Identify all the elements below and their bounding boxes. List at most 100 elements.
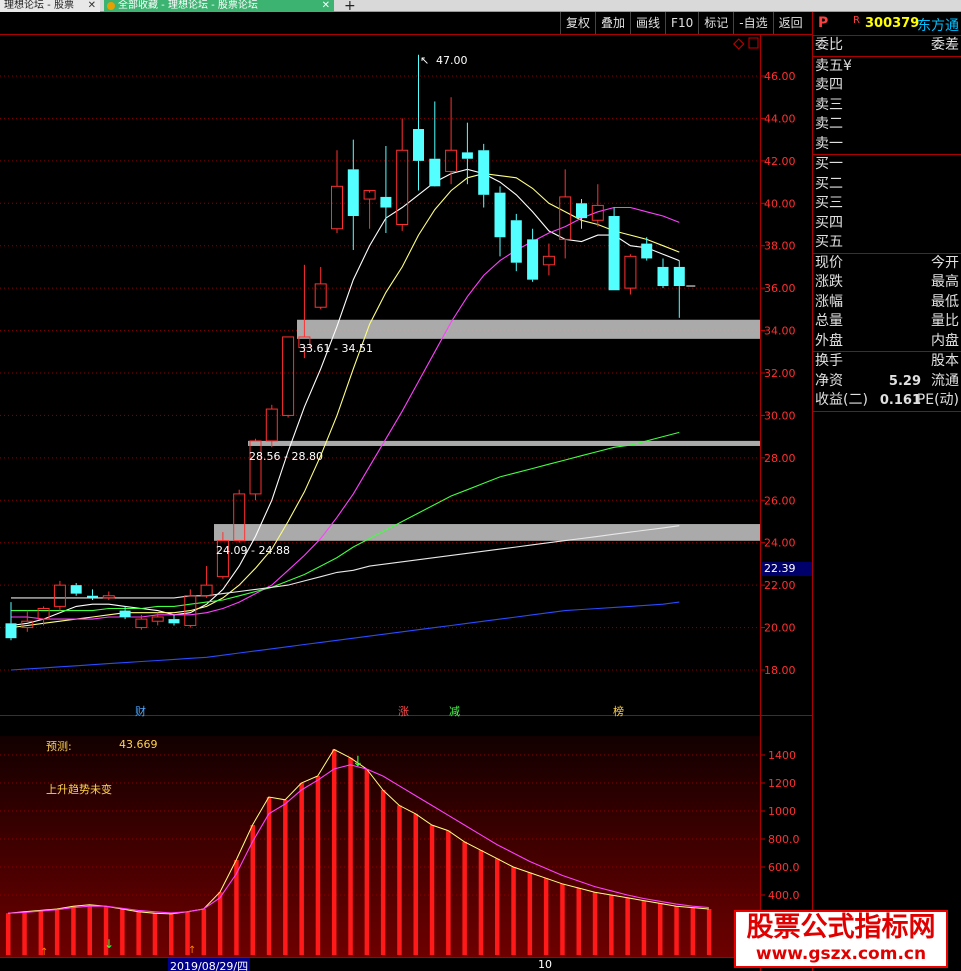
sell-level-row[interactable]: 卖五¥ bbox=[813, 57, 961, 77]
candle[interactable] bbox=[527, 228, 539, 282]
f10-button[interactable]: F10 bbox=[665, 12, 699, 34]
currency-icon: ¥ bbox=[843, 57, 852, 74]
close-icon[interactable]: ✕ bbox=[88, 0, 96, 11]
sell-level-row[interactable]: 卖二 bbox=[813, 115, 961, 135]
month-marker: 10 bbox=[538, 958, 552, 971]
candle[interactable] bbox=[413, 54, 424, 191]
back-button[interactable]: 返回 bbox=[772, 12, 808, 34]
indicator-bar bbox=[690, 907, 696, 955]
candle[interactable] bbox=[576, 199, 587, 229]
indicator-bar bbox=[495, 858, 500, 955]
quote-row: 涨跌 最高 bbox=[815, 274, 959, 290]
indicator-axis-tick: 1000 bbox=[768, 805, 796, 818]
support-zone bbox=[214, 524, 761, 541]
candle[interactable] bbox=[363, 190, 376, 229]
indicator-bar bbox=[527, 872, 533, 955]
candle[interactable] bbox=[608, 207, 620, 291]
window-icon[interactable] bbox=[748, 37, 759, 49]
diamond-icon[interactable] bbox=[733, 38, 745, 50]
candle[interactable] bbox=[282, 336, 295, 418]
candle[interactable] bbox=[5, 602, 17, 641]
candle[interactable] bbox=[542, 243, 555, 276]
indicator-bar bbox=[22, 911, 27, 955]
restore-rights-button[interactable]: 复权 bbox=[560, 12, 596, 34]
indicator-bar bbox=[71, 906, 76, 955]
candle[interactable] bbox=[673, 260, 685, 318]
indicator-bar bbox=[576, 888, 581, 955]
draw-line-button[interactable]: 画线 bbox=[630, 12, 666, 34]
price-axis-tick: 18.00 bbox=[764, 664, 796, 677]
forecast-label: 预测: bbox=[46, 740, 72, 753]
sell-level-row[interactable]: 卖四 bbox=[813, 76, 961, 96]
indicator-bar bbox=[315, 776, 321, 955]
finance-row: 净资 5.29 流通 bbox=[815, 372, 959, 389]
candle[interactable] bbox=[380, 146, 392, 233]
watermark-url: www.gszx.com.cn bbox=[755, 944, 927, 964]
price-axis-tick: 24.00 bbox=[764, 537, 796, 550]
candle[interactable] bbox=[657, 258, 669, 289]
indicator-chart[interactable]: 1400 1200 1000 800.0 600.0 400.0 ↓ ↓ ↑ ↑ bbox=[0, 716, 812, 971]
candle[interactable] bbox=[331, 150, 343, 233]
price-axis-tick: 28.00 bbox=[764, 452, 796, 465]
candle[interactable] bbox=[591, 184, 604, 227]
zone-label: 33.61 - 34.51 bbox=[299, 342, 373, 355]
indicator-bar bbox=[674, 906, 679, 955]
stock-name[interactable]: 东方通 bbox=[917, 15, 959, 35]
quote-row: 外盘 内盘 bbox=[815, 332, 959, 349]
sell-level-row[interactable]: 卖一 bbox=[813, 135, 961, 155]
candle[interactable] bbox=[429, 101, 441, 187]
candle[interactable] bbox=[21, 610, 34, 632]
indicator-bar bbox=[266, 797, 272, 955]
candle[interactable] bbox=[396, 118, 409, 231]
candle[interactable] bbox=[184, 589, 197, 628]
candle[interactable] bbox=[624, 254, 637, 295]
buy-level-row[interactable]: 买一 bbox=[813, 155, 961, 175]
buy-level-row[interactable]: 买五 bbox=[813, 233, 961, 253]
overlay-button[interactable]: 叠加 bbox=[595, 12, 631, 34]
price-axis-tick: 36.00 bbox=[764, 282, 796, 295]
indicator-bar bbox=[380, 790, 386, 955]
buy-level-row[interactable]: 买二 bbox=[813, 175, 961, 195]
indicator-bar bbox=[592, 892, 598, 955]
tab-label: 理想论坛 - 股票 bbox=[4, 0, 74, 11]
mark-button[interactable]: 标记 bbox=[698, 12, 734, 34]
price-axis-tick: 30.00 bbox=[764, 409, 796, 422]
candlestick-chart[interactable]: 46.00 44.00 42.00 40.00 38.00 36.00 34.00 32.00… bbox=[0, 34, 812, 716]
new-tab-icon[interactable]: + bbox=[344, 0, 356, 14]
candle[interactable] bbox=[478, 143, 490, 208]
indicator-bar bbox=[543, 878, 549, 955]
candle[interactable] bbox=[102, 591, 115, 600]
order-diff-label: 委差 bbox=[931, 37, 959, 53]
indicator-bar bbox=[609, 895, 614, 955]
buy-level-row[interactable]: 买四 bbox=[813, 214, 961, 234]
buy-level-row[interactable]: 买三 bbox=[813, 194, 961, 214]
candle[interactable] bbox=[249, 438, 262, 501]
indicator-bar bbox=[54, 909, 60, 955]
candle[interactable] bbox=[347, 139, 359, 250]
browser-tab[interactable]: 理想论坛 - 股票 ✕ bbox=[0, 0, 100, 12]
indicator-bar bbox=[446, 830, 451, 955]
stock-code[interactable]: 300379 bbox=[865, 16, 919, 31]
buy-signal-arrow-icon: ↑ bbox=[40, 947, 48, 958]
indicator-bar bbox=[706, 909, 712, 955]
indicator-bar bbox=[6, 913, 11, 955]
panel-mode-icon[interactable]: P bbox=[818, 15, 828, 31]
finance-row: 换手 股本 bbox=[815, 353, 959, 369]
sell-signal-arrow-icon: ↓ bbox=[352, 754, 364, 770]
candle[interactable] bbox=[510, 213, 522, 272]
sell-level-row[interactable]: 卖三 bbox=[813, 96, 961, 116]
candle[interactable] bbox=[461, 122, 473, 185]
candle[interactable] bbox=[168, 614, 180, 626]
candle[interactable] bbox=[445, 97, 458, 185]
current-price-tag: 22.39 bbox=[762, 562, 812, 576]
price-axis-tick: 44.00 bbox=[764, 112, 796, 125]
remove-watchlist-button[interactable]: -自选 bbox=[733, 12, 773, 34]
quote-row: 总量 量比 bbox=[815, 313, 959, 329]
candle[interactable] bbox=[53, 580, 66, 611]
candle[interactable] bbox=[200, 566, 213, 598]
candle[interactable] bbox=[265, 404, 278, 448]
close-icon[interactable]: ✕ bbox=[322, 0, 330, 11]
browser-tab-bar: 理想论坛 - 股票 ✕ 全部收藏 - 理想论坛 - 股票论坛 ✕ + bbox=[0, 0, 961, 14]
zone-label: 24.09 - 24.88 bbox=[216, 544, 290, 557]
browser-tab-active[interactable]: 全部收藏 - 理想论坛 - 股票论坛 ✕ bbox=[104, 0, 334, 12]
